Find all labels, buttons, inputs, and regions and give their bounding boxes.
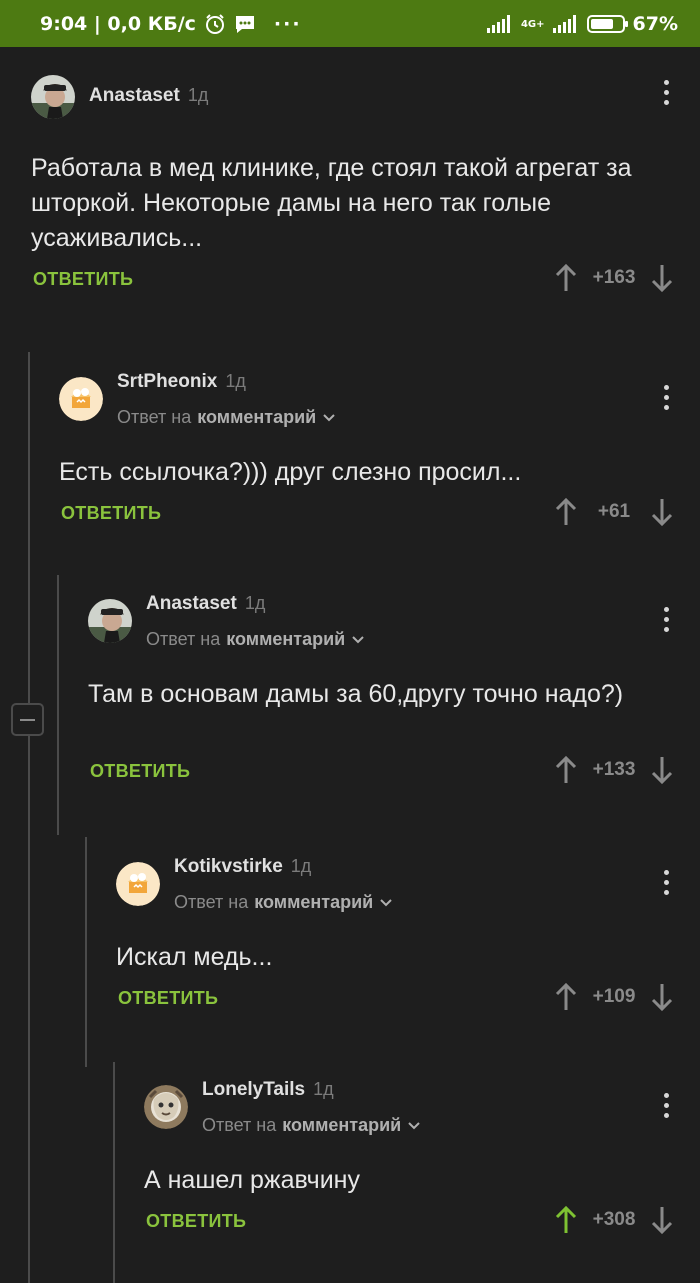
author-name[interactable]: Kotikvstirke 1д [174, 856, 311, 878]
more-options-icon[interactable] [664, 870, 670, 900]
avatar[interactable] [144, 1085, 188, 1129]
reply-button[interactable]: ОТВЕТИТЬ [146, 1211, 246, 1232]
message-icon [235, 15, 254, 33]
author-name[interactable]: SrtPheonix 1д [117, 371, 246, 393]
comment: SrtPheonix 1д Ответ на комментарий Есть сс… [59, 371, 700, 537]
comment: Kotikvstirke 1д Ответ на комментарий Искал… [116, 856, 700, 1022]
comment: Anastaset 1д Ответ на комментарий Там в ос… [88, 593, 700, 795]
upvote-arrow-icon[interactable] [554, 755, 578, 785]
upvote-arrow-icon[interactable] [554, 263, 578, 293]
comment-actions: ОТВЕТИТЬ +163 [31, 263, 700, 303]
author-name[interactable]: Anastaset 1д [146, 593, 265, 615]
battery-percent: 67% [632, 12, 678, 35]
comment-text: А нашел ржавчину [144, 1166, 360, 1194]
battery-icon [586, 14, 628, 33]
clock-and-speed: 9:04 | 0,0 КБ/с [40, 12, 196, 35]
chevron-down-icon[interactable] [351, 635, 365, 645]
more-options-icon[interactable] [664, 80, 670, 110]
thread-line-3[interactable] [85, 837, 87, 1067]
vote-controls: +308 [554, 1205, 674, 1235]
comment-time: 1д [313, 1079, 334, 1099]
reply-button[interactable]: ОТВЕТИТЬ [90, 761, 190, 782]
comment-actions: ОТВЕТИТЬ +61 [59, 497, 700, 537]
comment: LonelyTails 1д Ответ на комментарий А наше… [144, 1079, 700, 1245]
comment-rating: +61 [597, 501, 631, 522]
reply-button[interactable]: ОТВЕТИТЬ [33, 269, 133, 290]
reply-button[interactable]: ОТВЕТИТЬ [118, 988, 218, 1009]
comment-rating: +163 [592, 267, 636, 288]
downvote-arrow-icon[interactable] [650, 1205, 674, 1235]
vote-controls: +61 [554, 497, 674, 527]
alarm-icon [205, 13, 224, 34]
chevron-down-icon[interactable] [407, 1121, 421, 1131]
avatar[interactable] [59, 377, 103, 421]
avatar[interactable] [116, 862, 160, 906]
comment-rating: +308 [592, 1209, 636, 1230]
signal-icon [486, 14, 510, 33]
author-name[interactable]: LonelyTails 1д [202, 1079, 334, 1101]
reply-to-link[interactable]: Ответ на комментарий [117, 407, 336, 428]
upvote-arrow-icon[interactable] [554, 497, 578, 527]
comment-time: 1д [244, 593, 266, 613]
battery-indicator: 67% [586, 12, 678, 35]
collapse-thread-button[interactable] [11, 703, 44, 736]
comment-time: 1д [225, 371, 246, 391]
comment-actions: ОТВЕТИТЬ +109 [116, 982, 700, 1022]
reply-to-link[interactable]: Ответ на комментарий [174, 892, 393, 913]
vote-controls: +109 [554, 982, 674, 1012]
more-options-icon[interactable] [664, 607, 670, 637]
comment-header: LonelyTails 1д Ответ на комментарий [144, 1079, 700, 1137]
downvote-arrow-icon[interactable] [650, 982, 674, 1012]
comment-actions: ОТВЕТИТЬ +308 [144, 1205, 700, 1245]
minus-icon [20, 718, 35, 721]
network-type: 4G+ [520, 18, 545, 30]
thread-line-4[interactable] [113, 1062, 115, 1283]
comment-header: Kotikvstirke 1д Ответ на комментарий [116, 856, 700, 914]
vote-controls: +163 [554, 263, 674, 293]
comment-time: 1д [187, 85, 209, 105]
downvote-arrow-icon[interactable] [650, 755, 674, 785]
comment: Anastaset 1д Работала в мед клинике, где … [31, 75, 700, 303]
chevron-down-icon[interactable] [379, 898, 393, 908]
avatar[interactable] [31, 75, 75, 119]
upvote-arrow-icon[interactable] [554, 1205, 578, 1235]
avatar[interactable] [88, 599, 132, 643]
upvote-arrow-icon[interactable] [554, 982, 578, 1012]
comment-rating: +109 [592, 986, 636, 1007]
thread-line-1[interactable] [28, 352, 30, 1283]
more-notifications-icon: ··· [273, 12, 302, 35]
comment-actions: ОТВЕТИТЬ +133 [88, 755, 700, 795]
comment-header: Anastaset 1д Ответ на комментарий [88, 593, 700, 651]
author-name[interactable]: Anastaset 1д [89, 85, 208, 107]
reply-to-link[interactable]: Ответ на комментарий [202, 1115, 421, 1136]
comment-text: Искал медь... [116, 943, 273, 971]
comment-header: SrtPheonix 1д Ответ на комментарий [59, 371, 700, 429]
reply-to-link[interactable]: Ответ на комментарий [146, 629, 365, 650]
more-options-icon[interactable] [664, 385, 670, 415]
comment-text: Есть ссылочка?))) друг слезно просил... [59, 458, 522, 486]
comment-header: Anastaset 1д [31, 75, 700, 127]
comment-rating: +133 [592, 759, 636, 780]
chevron-down-icon[interactable] [322, 413, 336, 423]
downvote-arrow-icon[interactable] [650, 263, 674, 293]
comment-text: Там в основам дамы за 60,другу точно над… [88, 680, 624, 708]
vote-controls: +133 [554, 755, 674, 785]
status-bar: 9:04 | 0,0 КБ/с ··· 4G+ 67% [0, 0, 700, 47]
reply-button[interactable]: ОТВЕТИТЬ [61, 503, 161, 524]
signal-icon-2 [552, 14, 576, 33]
more-options-icon[interactable] [664, 1093, 670, 1123]
downvote-arrow-icon[interactable] [650, 497, 674, 527]
comment-time: 1д [290, 856, 312, 876]
comment-text: Работала в мед клинике, где стоял такой … [31, 154, 632, 252]
thread-line-2[interactable] [57, 575, 59, 835]
